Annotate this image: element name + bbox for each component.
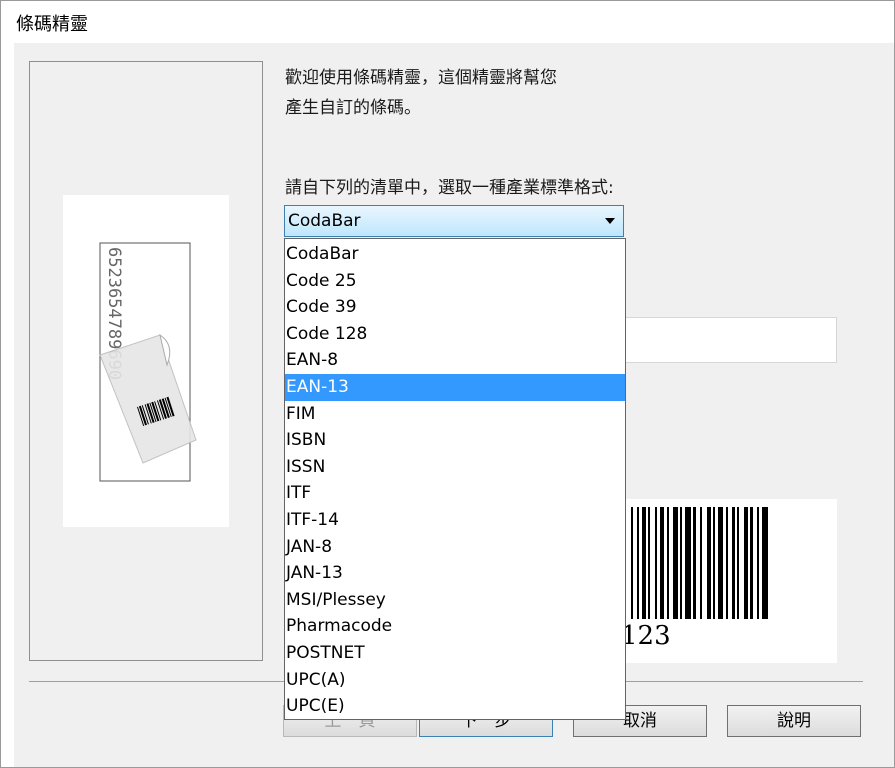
barcode-bar	[693, 507, 696, 619]
dropdown-option[interactable]: UPC(A)	[285, 667, 625, 694]
barcode-preview-digits: 123	[621, 621, 671, 651]
dropdown-option[interactable]: ISSN	[285, 454, 625, 481]
chevron-down-icon[interactable]	[605, 218, 615, 224]
barcode-bar	[685, 507, 691, 619]
barcode-bar	[737, 507, 739, 619]
intro-text: 歡迎使用條碼精靈，這個精靈將幫您 產生自訂的條碼。	[285, 63, 645, 123]
window-title: 條碼精靈	[16, 14, 88, 35]
illustration-card: 6523654789690	[63, 195, 229, 527]
intro-line-1: 歡迎使用條碼精靈，這個精靈將幫您	[285, 68, 557, 88]
barcode-bar	[637, 507, 639, 619]
intro-line-2: 產生自訂的條碼。	[285, 98, 421, 118]
barcode-data-input[interactable]	[621, 317, 837, 363]
barcode-bar	[642, 507, 646, 619]
dropdown-option[interactable]: CodaBar	[285, 241, 625, 268]
dropdown-option[interactable]: FIM	[285, 401, 625, 428]
dropdown-option[interactable]: ISBN	[285, 427, 625, 454]
barcode-preview: 123	[621, 499, 837, 663]
barcode-bar	[744, 507, 748, 619]
format-prompt-label: 請自下列的清單中，選取一種產業標準格式:	[285, 178, 614, 198]
dropdown-option[interactable]: ITF	[285, 480, 625, 507]
dropdown-option[interactable]: EAN-8	[285, 347, 625, 374]
barcode-bar	[660, 507, 664, 619]
dropdown-option[interactable]: MSI/Plessey	[285, 587, 625, 614]
barcode-bar	[732, 507, 735, 619]
background-edge	[1, 43, 14, 767]
barcode-wizard-dialog: 條碼精靈 6523654789690 歡迎使用條碼精靈，這個精靈將幫您 產生自訂…	[0, 0, 895, 768]
barcode-bar	[648, 507, 650, 619]
title-bar: 條碼精靈	[1, 1, 894, 43]
dropdown-option[interactable]: Pharmacode	[285, 613, 625, 640]
help-button[interactable]: 說明	[727, 705, 861, 737]
format-combobox[interactable]: CodaBar	[284, 205, 624, 237]
barcode-bar	[718, 507, 723, 619]
dropdown-option[interactable]: JAN-8	[285, 534, 625, 561]
dropdown-option[interactable]: Code 128	[285, 321, 625, 348]
barcode-bar	[631, 507, 633, 619]
dropdown-option[interactable]: ITF-14	[285, 507, 625, 534]
dropdown-option[interactable]: Code 39	[285, 294, 625, 321]
dropdown-option[interactable]: JAN-13	[285, 560, 625, 587]
dropdown-option[interactable]: EAN-13	[285, 373, 625, 401]
format-combobox-value: CodaBar	[288, 211, 361, 231]
barcode-bar	[762, 507, 768, 619]
barcode-bar	[655, 507, 657, 619]
dropdown-option[interactable]: Code 25	[285, 268, 625, 295]
illustration-panel: 6523654789690	[29, 61, 263, 661]
barcode-bar	[757, 507, 759, 619]
barcode-bar	[713, 507, 715, 619]
dropdown-option[interactable]: POSTNET	[285, 640, 625, 667]
barcode-bar	[707, 507, 711, 619]
barcode-bar	[667, 507, 669, 619]
barcode-label-illustration-icon: 6523654789690	[99, 242, 197, 482]
barcode-bar	[700, 507, 702, 619]
barcode-bar	[680, 507, 682, 619]
barcode-bar	[750, 507, 753, 619]
format-dropdown-list[interactable]: CodaBar Code 25 Code 39 Code 128 EAN-8 EAN-13…	[284, 238, 626, 720]
dropdown-option[interactable]: UPC(E)	[285, 693, 625, 720]
barcode-bar	[726, 507, 728, 619]
barcode-bar	[673, 507, 678, 619]
